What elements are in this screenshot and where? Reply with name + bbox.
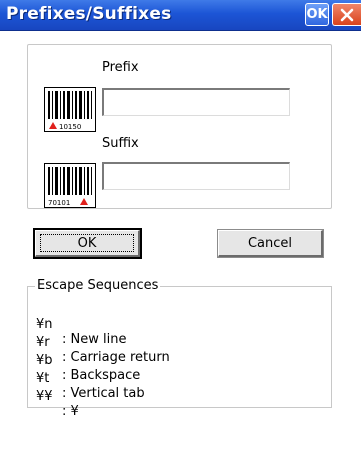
escape-sequences-group: Escape Sequences ¥n : New line ¥r : Carr… (27, 278, 332, 419)
suffix-label: Suffix (102, 136, 139, 151)
prefix-label: Prefix (102, 60, 139, 75)
escape-desc: : Backspace (62, 368, 141, 383)
titlebar-ok-button[interactable]: OK (305, 3, 329, 26)
escape-desc: : ¥ (62, 404, 79, 419)
escape-sequences-title: Escape Sequences (35, 278, 161, 293)
suffix-icon-caption: 70101 (48, 199, 70, 207)
window-title: Prefixes/Suffixes (6, 4, 172, 24)
prefix-barcode-icon: 10150 (44, 87, 96, 132)
prefix-input[interactable] (102, 88, 290, 116)
escape-seq: ¥¥ (36, 389, 53, 404)
cancel-button-label: Cancel (247, 235, 293, 251)
focus-rect (40, 234, 134, 252)
title-bar: Prefixes/Suffixes OK (0, 0, 361, 31)
ok-button[interactable]: OK (33, 228, 142, 259)
suffix-input[interactable] (102, 162, 290, 190)
escape-desc: : New line (62, 332, 127, 347)
close-button[interactable] (332, 3, 361, 26)
prefix-icon-caption: 10150 (59, 123, 81, 131)
escape-desc: : Carriage return (62, 350, 170, 365)
cancel-button[interactable]: Cancel (217, 229, 324, 258)
escape-desc: : Vertical tab (62, 386, 145, 401)
suffix-barcode-icon: 70101 (44, 163, 96, 208)
escape-row: ¥¥ : ¥ (36, 374, 79, 434)
close-icon (340, 8, 354, 21)
